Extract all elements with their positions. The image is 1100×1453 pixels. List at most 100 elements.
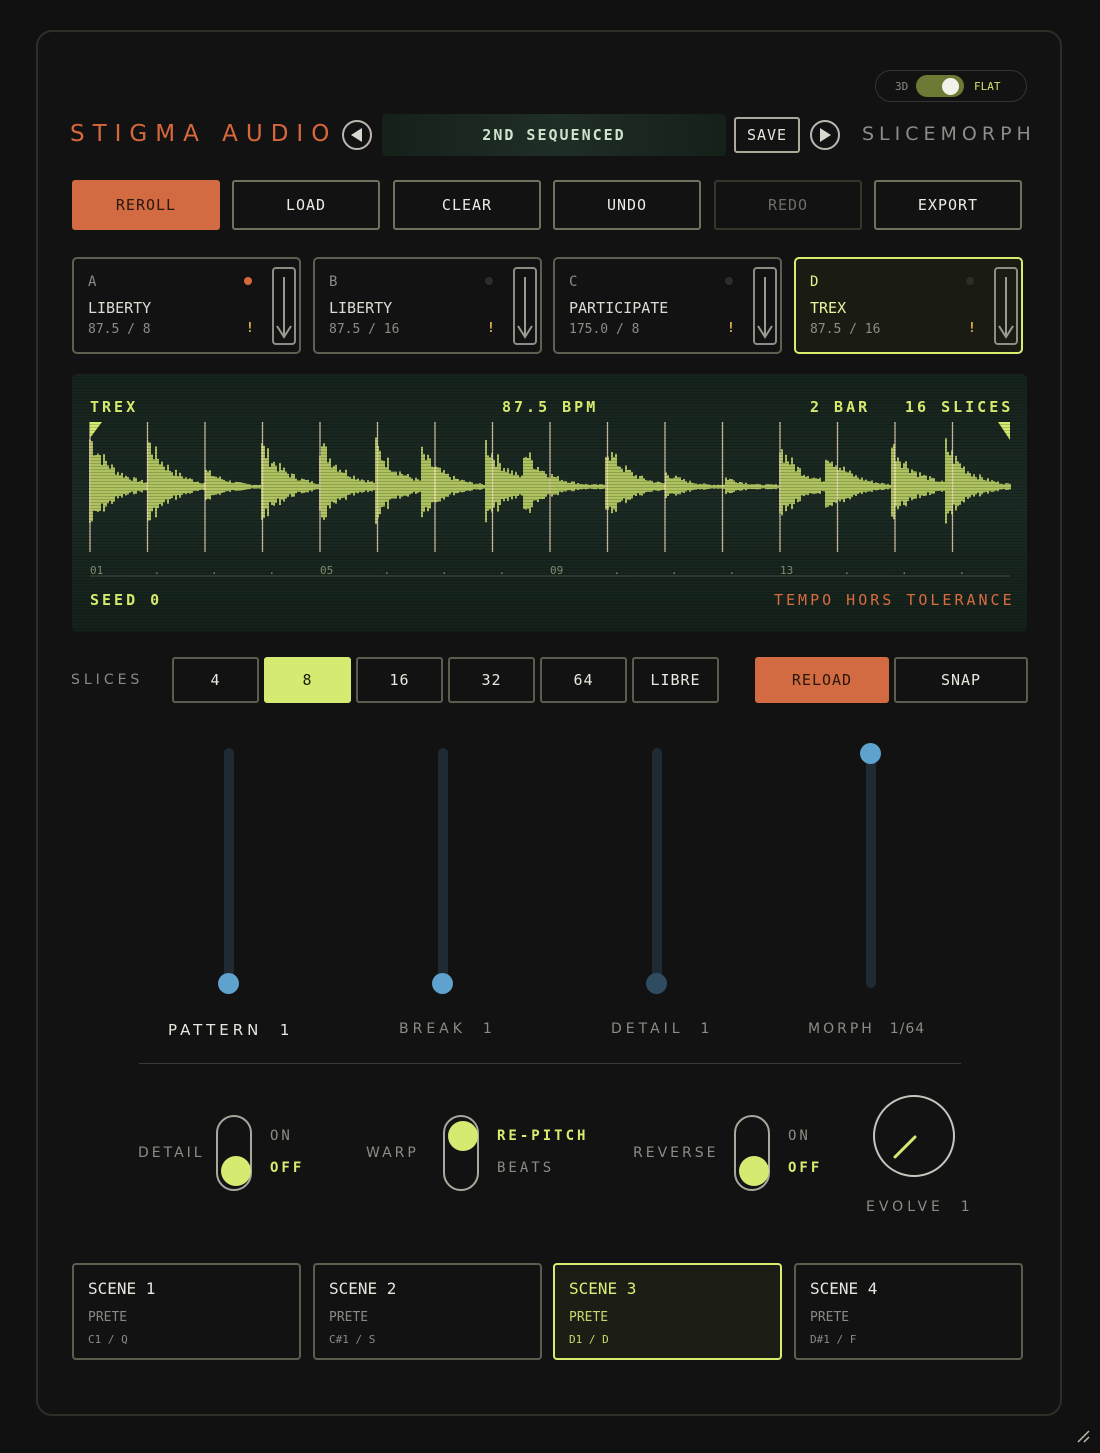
reroll-button[interactable]: REROLL: [72, 180, 220, 230]
reverse-on-option[interactable]: ON: [788, 1128, 811, 1144]
scene-state: PRETE: [329, 1310, 369, 1325]
pattern-fader-label: PATTERN 1: [168, 1021, 294, 1039]
slot-sample-name: TREX: [810, 299, 847, 317]
break-fader-knob[interactable]: [432, 973, 453, 994]
sample-slot-d[interactable]: D TREX 87.5 / 16 !: [794, 257, 1023, 354]
slices-64-button[interactable]: 64: [540, 657, 627, 703]
slot-download-button[interactable]: [272, 267, 296, 345]
slot-letter: B: [329, 274, 338, 290]
reverse-toggle[interactable]: [734, 1115, 770, 1191]
product-name: SLICEMORPH: [862, 123, 1036, 145]
slice-marker: 01: [90, 564, 104, 577]
reverse-off-option[interactable]: OFF: [788, 1160, 822, 1176]
preset-display[interactable]: 2ND SEQUENCED: [382, 114, 726, 156]
detail-toggle-knob: [221, 1156, 251, 1186]
slot-download-button[interactable]: [513, 267, 537, 345]
slices-16-button[interactable]: 16: [356, 657, 443, 703]
warp-toggle[interactable]: [443, 1115, 479, 1191]
snap-button[interactable]: SNAP: [894, 657, 1028, 703]
record-indicator: [485, 277, 493, 285]
scene-title: SCENE 4: [810, 1279, 878, 1298]
scene-keys: D#1 / F: [810, 1333, 857, 1346]
slices-4-button[interactable]: 4: [172, 657, 259, 703]
scene-3-button[interactable]: SCENE 3 PRETE D1 / D: [553, 1263, 782, 1360]
warp-repitch-option[interactable]: RE-PITCH: [497, 1128, 588, 1144]
slot-meta: 175.0 / 8: [569, 322, 640, 337]
slice-marker: .: [613, 564, 621, 577]
slot-sample-name: LIBERTY: [88, 299, 152, 317]
slice-marker: .: [441, 564, 448, 577]
slices-32-button[interactable]: 32: [448, 657, 535, 703]
slot-letter: A: [88, 274, 97, 290]
scene-keys: D1 / D: [569, 1333, 609, 1346]
mode-switch[interactable]: 3D FLAT: [875, 70, 1027, 102]
detail-fader-knob[interactable]: [646, 973, 667, 994]
resize-grip-icon[interactable]: [1076, 1429, 1090, 1443]
sample-slot-c[interactable]: C PARTICIPATE 175.0 / 8 !: [553, 257, 782, 354]
slice-marker: .: [843, 564, 851, 577]
slice-marker: .: [268, 564, 276, 577]
download-arrow-icon: [998, 277, 1014, 339]
waveform-display[interactable]: TREX 87.5 BPM 2 BAR 16 SLICES 01... 05...…: [72, 374, 1027, 632]
scene-1-button[interactable]: SCENE 1 PRETE C1 / Q: [72, 1263, 301, 1360]
waveform-bars: 2 BAR: [810, 398, 871, 416]
warp-beats-option[interactable]: BEATS: [497, 1160, 554, 1176]
morph-fader-track[interactable]: [866, 748, 876, 988]
load-button[interactable]: LOAD: [232, 180, 380, 230]
mode-switch-knob: [942, 78, 959, 95]
mode-3d-label: 3D: [895, 80, 909, 93]
pattern-fader-track[interactable]: [224, 748, 234, 988]
slices-libre-button[interactable]: LIBRE: [632, 657, 719, 703]
clear-button[interactable]: CLEAR: [393, 180, 541, 230]
warp-toggle-knob: [448, 1121, 478, 1151]
detail-off-option[interactable]: OFF: [270, 1160, 304, 1176]
section-divider: [139, 1063, 961, 1064]
reverse-toggle-label: REVERSE: [633, 1145, 719, 1161]
break-fader-label: BREAK 1: [399, 1021, 496, 1037]
detail-fader-track[interactable]: [652, 748, 662, 988]
slot-download-button[interactable]: [753, 267, 777, 345]
knob-pointer: [893, 1135, 917, 1159]
evolve-knob[interactable]: [873, 1095, 955, 1177]
download-arrow-icon: [276, 277, 292, 339]
slot-warning: !: [487, 321, 495, 336]
record-indicator: [966, 277, 974, 285]
waveform-sample-name: TREX: [90, 398, 139, 416]
scene-title: SCENE 1: [88, 1279, 156, 1298]
sample-slot-b[interactable]: B LIBERTY 87.5 / 16 !: [313, 257, 542, 354]
undo-button[interactable]: UNDO: [553, 180, 701, 230]
morph-fader-knob[interactable]: [860, 743, 881, 764]
morph-fader-label: MORPH 1/64: [808, 1021, 926, 1037]
slot-warning: !: [727, 321, 735, 336]
scene-4-button[interactable]: SCENE 4 PRETE D#1 / F: [794, 1263, 1023, 1360]
scene-state: PRETE: [88, 1310, 128, 1325]
slot-download-button[interactable]: [994, 267, 1018, 345]
slices-8-button[interactable]: 8: [264, 657, 351, 703]
waveform-slices: 16 SLICES: [905, 398, 1014, 416]
next-preset-button[interactable]: [810, 120, 840, 150]
reload-button[interactable]: RELOAD: [755, 657, 889, 703]
scene-state: PRETE: [569, 1310, 609, 1325]
export-button[interactable]: EXPORT: [874, 180, 1022, 230]
slice-marker: 09: [550, 564, 564, 577]
waveform-seed: SEED 0: [90, 591, 163, 609]
detail-on-option[interactable]: ON: [270, 1128, 293, 1144]
mode-flat-label: FLAT: [974, 80, 1001, 93]
waveform-status-warning: TEMPO HORS TOLERANCE: [774, 591, 1015, 609]
detail-toggle-label: DETAIL: [138, 1145, 205, 1161]
prev-preset-button[interactable]: [342, 120, 372, 150]
save-button[interactable]: SAVE: [734, 117, 800, 153]
pattern-fader-knob[interactable]: [218, 973, 239, 994]
slot-sample-name: LIBERTY: [329, 299, 393, 317]
scene-keys: C#1 / S: [329, 1333, 376, 1346]
chevron-right-icon: [820, 128, 831, 142]
scene-2-button[interactable]: SCENE 2 PRETE C#1 / S: [313, 1263, 542, 1360]
detail-toggle[interactable]: [216, 1115, 252, 1191]
record-indicator: [244, 277, 252, 285]
break-fader-track[interactable]: [438, 748, 448, 988]
redo-button[interactable]: REDO: [714, 180, 862, 230]
download-arrow-icon: [757, 277, 773, 339]
scene-title: SCENE 3: [569, 1279, 637, 1298]
slices-label: SLICES: [71, 672, 144, 688]
sample-slot-a[interactable]: A LIBERTY 87.5 / 8 !: [72, 257, 301, 354]
